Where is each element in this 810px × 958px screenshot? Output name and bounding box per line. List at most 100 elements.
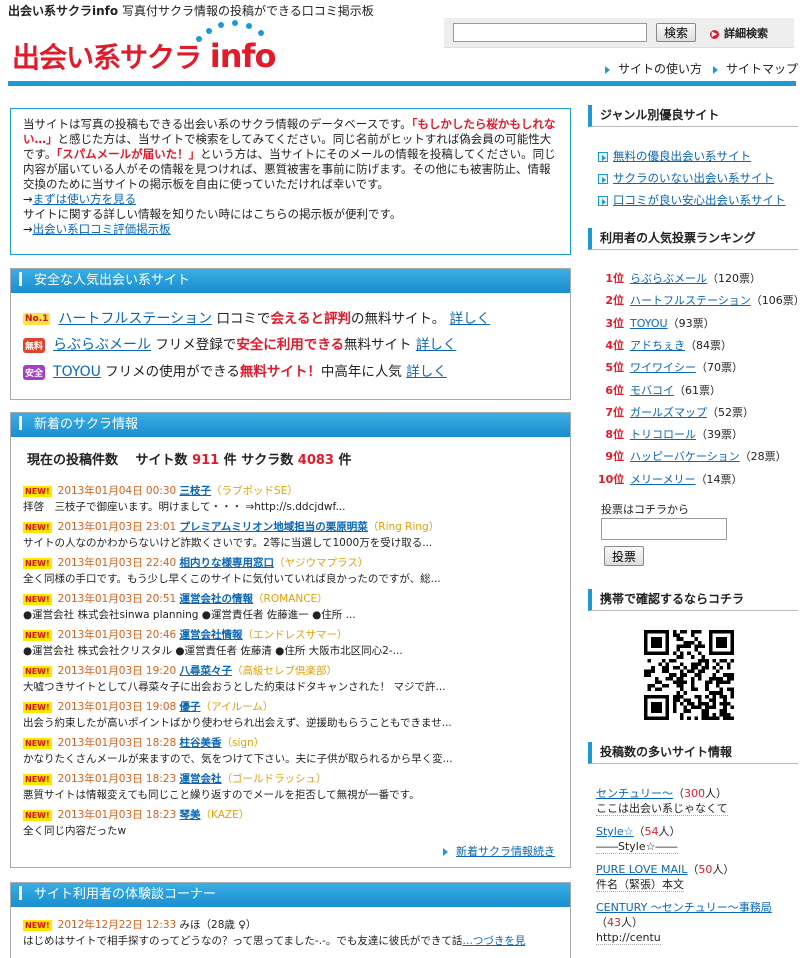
ranking-site-link[interactable]: ガールズマップ (630, 406, 707, 419)
nav-sitemap[interactable]: サイトマップ (713, 60, 798, 77)
news-item: NEW! 2013年01月03日 18:28 柱谷美香（sign） かなりたくさんメ… (23, 737, 453, 765)
section-header: 新着のサクラ情報 (11, 413, 570, 437)
tagline-text: 写真付サクラ情報の投稿ができる口コミ掲示板 (121, 4, 374, 18)
read-more-link[interactable]: …つづきを見 (462, 935, 525, 947)
ranking-site-link[interactable]: らぶらぶメール (630, 272, 707, 285)
ranking-site-link[interactable]: ワイワイシー (630, 361, 696, 374)
triangle-right-icon (605, 65, 610, 74)
ranking-site-link[interactable]: メリーメリー (630, 473, 696, 486)
mobile-heading: 携帯で確認するならコチラ (588, 589, 798, 611)
genre-link[interactable]: サクラのいない出会い系サイト (598, 170, 774, 186)
news-subject-link[interactable]: 三枝子 (180, 485, 212, 497)
post-site-link[interactable]: CENTURY ～センチュリー～事務局 (596, 901, 772, 914)
triangle-right-icon (713, 65, 718, 74)
post-site-entry: Style☆（54人） ――Style☆―― (596, 825, 681, 854)
news-item: NEW! 2013年01月04日 00:30 三枝子（ラブポッドSE） 拝啓 三枝子… (23, 485, 346, 513)
new-badge: NEW! (23, 593, 52, 605)
ranking-site-link[interactable]: TOYOU (630, 317, 668, 330)
news-item: NEW! 2013年01月03日 19:20 八尋菜々子（高級セレブ倶楽部） 大嘘つ… (23, 665, 446, 693)
details-link[interactable]: 詳しく (416, 337, 457, 353)
post-site-entry: CENTURY ～センチュリー～事務局（43人） http://centu (596, 901, 772, 945)
posts-heading: 投稿数の多いサイト情報 (588, 742, 798, 764)
news-subject-link[interactable]: 運営会社情報 (180, 629, 243, 641)
header-rule (8, 81, 796, 86)
genre-link[interactable]: 無料の優良出会い系サイト (598, 148, 751, 164)
arrow-right-icon: ▶ (710, 29, 719, 39)
new-badge: NEW! (23, 701, 52, 713)
news-item: NEW! 2013年01月03日 23:01 プレミアムミリオン地域担当の栗原明菜… (23, 521, 440, 549)
advanced-search-link[interactable]: ▶ 詳細検索 (710, 25, 768, 41)
new-badge: NEW! (23, 919, 52, 931)
ranking-item: 6位 モバコイ（61票） (605, 383, 721, 397)
qr-code-icon (644, 630, 734, 720)
ranking-item: 9位 ハッピーバケーション（28票） (605, 450, 787, 464)
nav-how-to-use[interactable]: サイトの使い方 (605, 60, 702, 77)
news-subject-link[interactable]: 柱谷美香 (180, 737, 222, 749)
news-subject-link[interactable]: プレミアムミリオン地域担当の栗原明菜 (180, 521, 368, 533)
more-news-link[interactable]: 新着サクラ情報続き (443, 843, 555, 859)
section-header: 安全な人気出会い系サイト (11, 269, 570, 293)
news-subject-link[interactable]: 優子 (180, 701, 201, 713)
post-site-entry: PURE LOVE MAIL（50人） 件名（緊張）本文 (596, 863, 735, 892)
ranking-site-link[interactable]: ハッピーバケーション (630, 450, 740, 463)
details-link[interactable]: 詳しく (406, 364, 447, 380)
experience-item: NEW! 2012年12月22日 12:33 みほ（28歳 ♀） はじめはサイトで… (23, 919, 526, 947)
news-subject-link[interactable]: 琴美 (180, 809, 201, 821)
genre-link[interactable]: 口コミが良い安心出会い系サイト (598, 192, 786, 208)
ranking-item: 3位 TOYOU（93票） (605, 316, 715, 330)
news-item: NEW! 2013年01月03日 20:51 運営会社の情報（ROMANCE） ●運… (23, 593, 356, 621)
news-subject-link[interactable]: 相内りな様専用窓口 (180, 557, 275, 569)
search-input[interactable] (453, 23, 647, 42)
site-logo[interactable]: 出会い系サクラ info (12, 36, 276, 76)
ranking-heading: 利用者の人気投票ランキング (588, 228, 798, 250)
how-to-use-link[interactable]: まずは使い方を見る (33, 192, 137, 206)
post-site-link[interactable]: Style☆ (596, 825, 634, 838)
safe-sites-box: 安全な人気出会い系サイト No.1 ハートフルステーション 口コミで会えると評判の… (10, 268, 571, 400)
crown-no1-icon: No.1 (23, 313, 51, 325)
ranking-site-link[interactable]: ハートフルステーション (630, 294, 751, 307)
safe-site-link[interactable]: ハートフルステーション (58, 311, 212, 327)
ranking-site-link[interactable]: トリコロール (630, 428, 696, 441)
news-subject-link[interactable]: 運営会社の情報 (180, 593, 254, 605)
arrow-box-icon (598, 173, 608, 184)
news-item: NEW! 2013年01月03日 18:23 運営会社（ゴールドラッシュ） 悪質サイ… (23, 773, 420, 801)
review-board-link[interactable]: 出会い系口コミ評価掲示板 (33, 222, 171, 236)
details-link[interactable]: 詳しく (450, 311, 491, 327)
news-subject-link[interactable]: 運営会社 (180, 773, 222, 785)
vote-input[interactable] (601, 518, 727, 540)
news-item: NEW! 2013年01月03日 18:23 琴美（KAZE） 全く同じ内容だったw (23, 809, 250, 837)
triangle-right-icon (443, 848, 448, 856)
new-badge: NEW! (23, 485, 52, 497)
safe-site-row: No.1 ハートフルステーション 口コミで会えると評判の無料サイト。 詳しく (23, 311, 491, 327)
news-item: NEW! 2013年01月03日 22:40 相内りな様専用窓口（ヤジウマプラス）… (23, 557, 441, 585)
arrow-box-icon (598, 151, 608, 162)
free-badge-icon: 無料 (23, 337, 46, 353)
ranking-item: 2位 ハートフルステーション（106票） (605, 294, 805, 308)
safe-site-link[interactable]: らぶらぶメール (53, 337, 151, 353)
genre-heading: ジャンル別優良サイト (588, 105, 798, 127)
arrow-box-icon (598, 195, 608, 206)
new-badge: NEW! (23, 629, 52, 641)
new-badge: NEW! (23, 773, 52, 785)
safe-site-row: 安全 TOYOU フリメの使用ができる無料サイト！中高年に人気 詳しく (23, 364, 447, 380)
vote-button[interactable]: 投票 (604, 546, 644, 566)
post-site-entry: センチュリー～（300人） ここは出会い系じゃなくて (596, 787, 728, 816)
ranking-item: 5位 ワイワイシー（70票） (605, 361, 743, 375)
post-site-link[interactable]: PURE LOVE MAIL (596, 863, 687, 876)
safe-site-link[interactable]: TOYOU (53, 364, 101, 380)
vote-label: 投票はコチラから (601, 503, 689, 516)
post-count: 現在の投稿件数 サイト数 911 件 サクラ数 4083 件 (27, 453, 352, 468)
ranking-site-link[interactable]: アドちぇき (630, 339, 685, 352)
news-subject-link[interactable]: 八尋菜々子 (180, 665, 233, 677)
ranking-item: 1位 らぶらぶメール（120票） (605, 272, 761, 285)
new-badge: NEW! (23, 665, 52, 677)
search-button[interactable]: 検索 (656, 23, 696, 42)
ranking-item: 8位 トリコロール（39票） (605, 428, 743, 442)
safe-badge-icon: 安全 (23, 364, 46, 380)
ranking-site-link[interactable]: モバコイ (630, 384, 674, 397)
new-badge: NEW! (23, 809, 52, 821)
intro-box: 当サイトは写真の投稿もできる出会い系のサクラ情報のデータベースです。「もしかした… (10, 108, 571, 255)
safe-site-row: 無料 らぶらぶメール フリメ登録で安全に利用できる無料サイト 詳しく (23, 337, 457, 353)
news-item: NEW! 2013年01月03日 19:08 優子（アイルーム） 出会う約束したが高… (23, 701, 452, 729)
post-site-link[interactable]: センチュリー～ (596, 787, 673, 800)
